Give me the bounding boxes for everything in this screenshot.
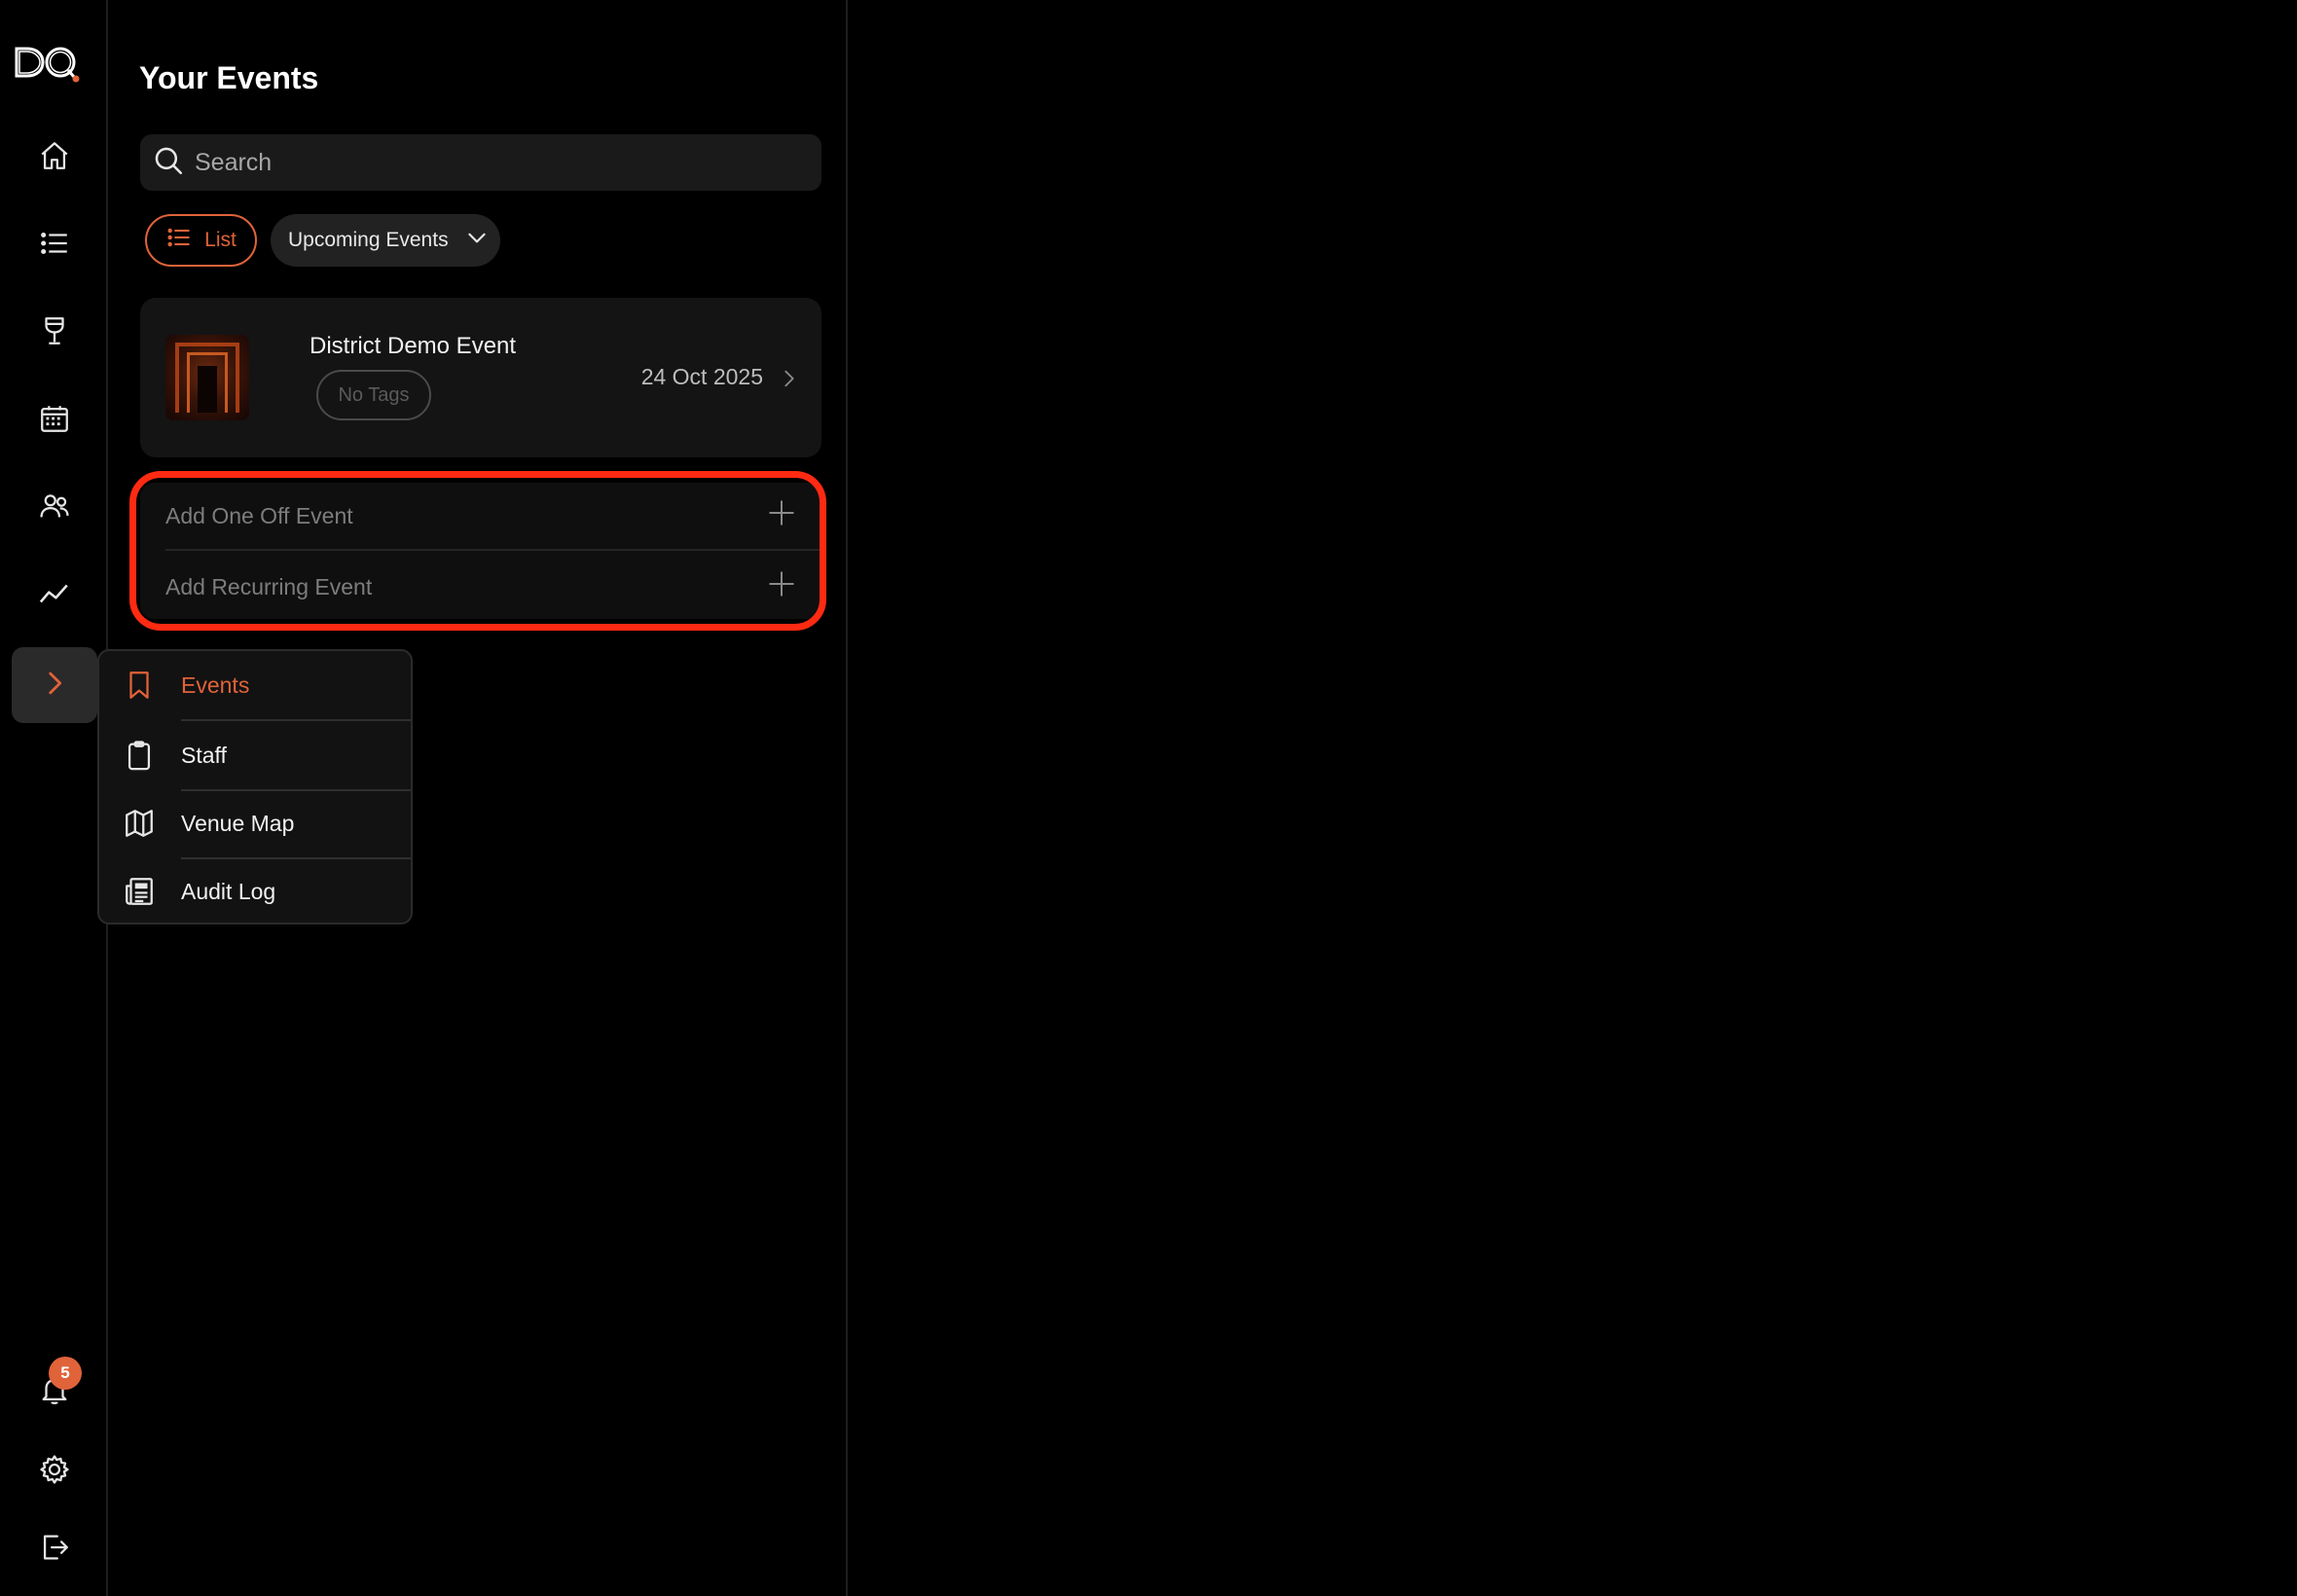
menu-item-label: Staff (181, 742, 227, 768)
more-menu-popup: Events Staff Venue Map Audit Log (97, 649, 413, 925)
detail-area (848, 0, 2297, 1596)
rail-logout[interactable] (25, 1520, 84, 1578)
notification-badge: 5 (49, 1357, 82, 1390)
chevron-right-icon (38, 667, 71, 705)
rail-users[interactable] (25, 479, 84, 537)
rail-drinks[interactable] (25, 304, 84, 362)
app-logo[interactable] (14, 43, 95, 90)
users-icon (38, 490, 71, 527)
calendar-icon (38, 402, 71, 440)
menu-item-label: Events (181, 671, 250, 698)
event-filter-dropdown[interactable]: Upcoming Events (271, 214, 500, 267)
search-input[interactable] (195, 148, 798, 177)
event-filter-label: Upcoming Events (288, 229, 449, 251)
newspaper-icon (123, 875, 156, 908)
left-rail: 5 (0, 0, 108, 1596)
bookmark-icon (123, 669, 156, 702)
search-icon (152, 144, 195, 182)
event-tag-chip: No Tags (316, 370, 431, 420)
gear-icon (38, 1453, 71, 1491)
rail-settings[interactable] (25, 1442, 84, 1501)
chevron-right-icon (784, 370, 794, 387)
list-icon (165, 224, 193, 257)
event-date: 24 Oct 2025 (640, 364, 763, 389)
event-card[interactable]: District Demo Event No Tags 24 Oct 2025 (140, 298, 821, 457)
search-bar[interactable] (140, 134, 821, 191)
rail-notifications[interactable]: 5 (25, 1357, 84, 1421)
clipboard-icon (123, 739, 156, 772)
analytics-trend-icon (38, 577, 71, 615)
menu-item-audit-log[interactable]: Audit Log (99, 857, 411, 925)
app-root: 5 Your Events List Upc (0, 0, 2297, 1596)
menu-item-label: Audit Log (181, 878, 276, 904)
event-thumbnail (165, 335, 249, 420)
list-view-toggle[interactable]: List (145, 214, 257, 267)
menu-item-label: Venue Map (181, 810, 295, 836)
map-icon (123, 807, 156, 840)
page-title: Your Events (139, 60, 319, 95)
menu-item-events[interactable]: Events (99, 651, 411, 719)
rail-analytics[interactable] (25, 566, 84, 625)
logout-icon (38, 1531, 71, 1569)
event-name: District Demo Event (310, 333, 517, 359)
chevron-down-icon (464, 225, 490, 256)
list-icon (38, 227, 71, 265)
highlight-outline (129, 471, 826, 631)
menu-item-venue-map[interactable]: Venue Map (99, 789, 411, 857)
rail-more-toggle[interactable] (12, 647, 97, 723)
rail-calendar[interactable] (25, 391, 84, 450)
cocktail-glass-icon (38, 314, 71, 352)
rail-home[interactable] (25, 128, 84, 187)
menu-item-staff[interactable]: Staff (99, 721, 411, 789)
home-icon (38, 139, 71, 177)
list-view-label: List (204, 229, 237, 251)
rail-list[interactable] (25, 216, 84, 274)
